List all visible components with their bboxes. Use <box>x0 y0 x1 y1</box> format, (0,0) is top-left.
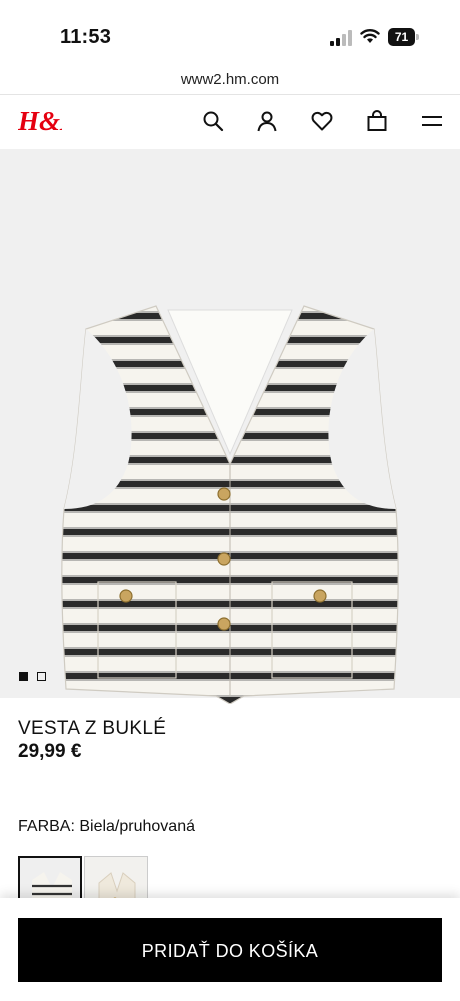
site-header: H&M <box>0 95 460 149</box>
battery-level: 71 <box>388 28 415 46</box>
product-price: 29,99 € <box>18 741 82 762</box>
product-name: VESTA Z BUKLÉ <box>18 718 167 739</box>
search-icon[interactable] <box>201 109 225 133</box>
add-to-cart-button[interactable]: PRIDAŤ DO KOŠÍKA <box>18 918 442 982</box>
wifi-icon <box>360 29 380 43</box>
color-label: FARBA: Biela/pruhovaná <box>18 818 195 835</box>
battery-icon: 71 <box>388 28 420 46</box>
product-image <box>61 305 399 704</box>
gallery-dot-1[interactable] <box>19 672 28 681</box>
cellular-signal-icon <box>330 30 352 46</box>
bottom-action-bar: PRIDAŤ DO KOŠÍKA <box>0 898 460 1001</box>
product-image-gallery[interactable] <box>0 149 460 704</box>
menu-icon[interactable] <box>420 109 444 133</box>
status-bar: 11:53 71 <box>0 0 460 68</box>
status-time: 11:53 <box>60 26 112 48</box>
gallery-pagination[interactable] <box>19 668 51 681</box>
gallery-dot-2[interactable] <box>37 672 47 681</box>
favorites-icon[interactable] <box>310 109 334 133</box>
url-bar[interactable]: www2.hm.com <box>0 66 460 94</box>
account-icon[interactable] <box>255 109 279 133</box>
shopping-bag-icon[interactable] <box>365 109 389 133</box>
hm-logo[interactable]: H&M <box>18 105 62 137</box>
svg-text:H&M: H&M <box>18 106 62 136</box>
